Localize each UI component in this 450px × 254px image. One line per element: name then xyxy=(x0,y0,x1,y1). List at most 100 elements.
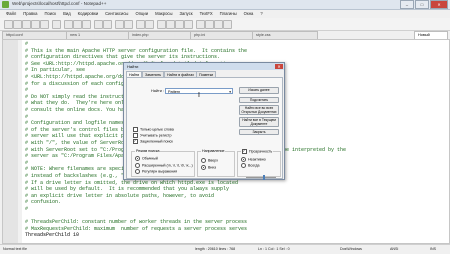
window-controls: – □ ✕ xyxy=(400,0,448,9)
menu-item[interactable]: Плагины xyxy=(220,10,237,18)
checkbox-box[interactable] xyxy=(133,127,138,132)
find-next-button[interactable]: Искать далее xyxy=(239,87,279,94)
dialog-title: Найти xyxy=(124,63,284,70)
menu-item[interactable]: Макросы xyxy=(155,10,172,18)
menu-item[interactable]: Файл xyxy=(6,10,16,18)
radio-dot[interactable] xyxy=(135,163,140,168)
find-input-value: Pattern xyxy=(168,90,181,94)
window-title: Web\projects\localhost\httpd.conf - Note… xyxy=(12,1,107,6)
save-icon[interactable] xyxy=(22,20,31,29)
undo-icon[interactable] xyxy=(94,20,103,29)
zoom-in-icon[interactable] xyxy=(136,20,145,29)
match-case-checkbox[interactable]: Учитывать регистр xyxy=(133,133,171,138)
cut-icon[interactable] xyxy=(64,20,73,29)
replace-icon[interactable] xyxy=(124,20,133,29)
slider-thumb[interactable] xyxy=(262,175,265,180)
menu-item[interactable]: Окна xyxy=(244,10,254,18)
close-button[interactable]: ✕ xyxy=(430,0,448,9)
code-line: # xyxy=(25,206,29,212)
transparency-inactive-radio[interactable]: Неактивно xyxy=(241,157,266,162)
document-tabs: httpd.conf new 1 index.php php.ini style… xyxy=(2,31,448,40)
sync-scroll-icon[interactable] xyxy=(157,20,166,29)
code-line: # configuration directives that give the… xyxy=(25,54,221,61)
redo-icon[interactable] xyxy=(103,20,112,29)
transparency-always-radio[interactable]: Всегда xyxy=(241,163,259,168)
save-macro-icon[interactable] xyxy=(223,20,232,29)
transparency-always-label: Всегда xyxy=(248,163,260,168)
radio-dot[interactable] xyxy=(135,156,140,161)
record-macro-icon[interactable] xyxy=(196,20,205,29)
toolbar xyxy=(0,18,450,31)
code-line: # ThreadsPerChild: constant number of wo… xyxy=(25,219,248,226)
direction-down-label: Вниз xyxy=(208,165,217,170)
count-button[interactable]: Подсчитать xyxy=(239,97,279,103)
print-icon[interactable] xyxy=(52,20,61,29)
find-all-open-docs-button[interactable]: Найти все во всех Открытых Документах xyxy=(239,105,279,115)
code-line: # xyxy=(25,87,29,94)
direction-down-radio[interactable]: Вниз xyxy=(201,165,216,170)
transparency-slider[interactable] xyxy=(246,175,276,180)
mode-regex-radio[interactable]: Регулярн выражения xyxy=(135,169,177,174)
radio-dot[interactable] xyxy=(241,163,246,168)
stop-macro-icon[interactable] xyxy=(205,20,214,29)
code-line: # This is the main Apache HTTP server co… xyxy=(25,47,248,54)
status-mode: INS xyxy=(430,247,436,251)
open-file-icon[interactable] xyxy=(13,20,22,29)
radio-dot[interactable] xyxy=(201,158,206,163)
indent-guide-icon[interactable] xyxy=(184,20,193,29)
menu-item[interactable]: Запуск xyxy=(180,10,193,18)
menu-item[interactable]: Синтаксисы xyxy=(105,10,128,18)
menu-item[interactable]: Вид xyxy=(63,10,71,18)
mode-regex-label: Регулярн выражения xyxy=(142,169,178,174)
word-wrap-icon[interactable] xyxy=(166,20,175,29)
radio-dot[interactable] xyxy=(135,169,140,174)
checkbox-box[interactable] xyxy=(133,138,138,144)
code-line: # an explicit drive letter in absolute p… xyxy=(25,192,215,199)
mouse-cursor-icon: I xyxy=(198,92,200,99)
wrap-around-checkbox[interactable]: Зацикленный поиск xyxy=(133,138,173,144)
direction-up-radio[interactable]: Вверх xyxy=(201,158,218,163)
find-label: Найти : xyxy=(151,89,164,93)
fold-margin[interactable] xyxy=(18,40,22,243)
menu-item[interactable]: Поиск xyxy=(44,10,56,18)
match-case-label: Учитывать регистр xyxy=(140,133,172,138)
radio-dot[interactable] xyxy=(241,157,246,162)
mode-extended-label: Расширенный (\n, \r, \t, \0, \x...) xyxy=(142,163,193,168)
menu-item[interactable]: Кодировки xyxy=(78,10,99,18)
notepad-plus-plus-icon xyxy=(2,1,9,8)
close-dialog-button[interactable]: Закрыть xyxy=(239,129,279,135)
transparency-checkbox[interactable] xyxy=(242,148,249,154)
search-mode-title: Режим поиска xyxy=(135,149,161,153)
chevron-down-icon[interactable]: ▾ xyxy=(229,89,231,95)
dialog-close-button[interactable]: ✕ xyxy=(275,64,283,69)
paste-icon[interactable] xyxy=(82,20,91,29)
maximize-button[interactable]: □ xyxy=(415,0,429,9)
wrap-around-label: Зацикленный поиск xyxy=(140,139,173,144)
whole-word-checkbox[interactable]: Только целые слова xyxy=(133,127,174,132)
show-all-chars-icon[interactable] xyxy=(175,20,184,29)
new-file-icon[interactable] xyxy=(4,20,13,29)
title-bar: Web\projects\localhost\httpd.conf - Note… xyxy=(0,0,450,10)
menu-item[interactable]: Опции xyxy=(135,10,148,18)
mode-normal-radio[interactable]: Обычный xyxy=(135,156,158,161)
menu-item[interactable]: TextFX xyxy=(200,10,213,18)
transparency-label: Прозрачность xyxy=(249,149,273,154)
close-file-icon[interactable] xyxy=(40,20,49,29)
code-line: # xyxy=(25,41,29,47)
menu-item[interactable]: Правка xyxy=(23,10,37,18)
save-all-icon[interactable] xyxy=(31,20,40,29)
direction-group: Направление Вверх Вниз xyxy=(197,149,235,177)
play-macro-icon[interactable] xyxy=(214,20,223,29)
minimize-button[interactable]: – xyxy=(400,0,414,9)
copy-icon[interactable] xyxy=(73,20,82,29)
menu-bar: Файл Правка Поиск Вид Кодировки Синтакси… xyxy=(0,10,450,18)
mode-extended-radio[interactable]: Расширенный (\n, \r, \t, \0, \x...) xyxy=(135,163,193,168)
find-icon[interactable] xyxy=(115,20,124,29)
status-length: length : 20610 lines : 768 xyxy=(195,247,236,251)
code-line: # will be used by default. It is recomme… xyxy=(25,186,230,193)
menu-item[interactable]: ? xyxy=(260,10,262,18)
radio-dot[interactable] xyxy=(201,165,206,170)
find-all-current-doc-button[interactable]: Найти все в Текущем Документе xyxy=(239,117,279,127)
checkbox-box[interactable] xyxy=(242,148,247,154)
zoom-out-icon[interactable] xyxy=(145,20,154,29)
